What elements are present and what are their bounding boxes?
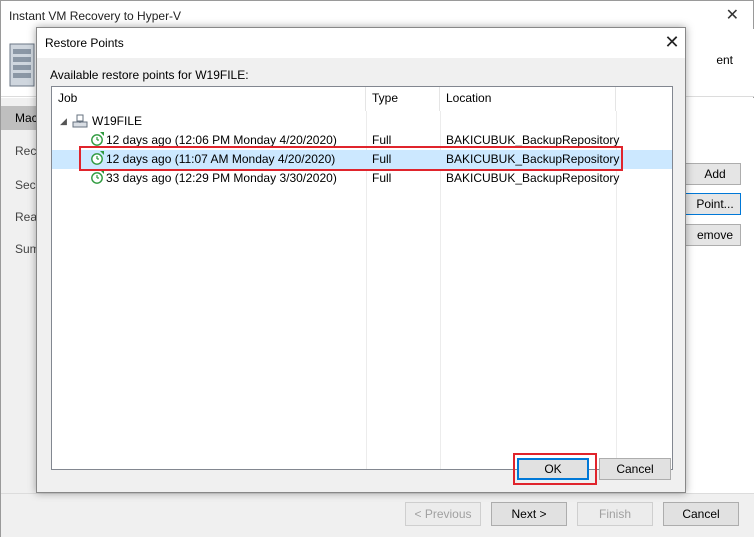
table-row-selected[interactable]: 12 days ago (11:07 AM Monday 4/20/2020) … bbox=[52, 150, 672, 169]
restore-point-location: BAKICUBUK_BackupRepository bbox=[446, 133, 620, 147]
table-row[interactable]: 33 days ago (12:29 PM Monday 3/30/2020) … bbox=[52, 169, 672, 188]
job-name: W19FILE bbox=[92, 114, 143, 128]
restore-points-label: Available restore points for W19FILE: bbox=[50, 68, 249, 82]
restore-point-time: 12 days ago (12:06 PM Monday 4/20/2020) bbox=[106, 133, 337, 147]
remove-button[interactable]: emove bbox=[683, 224, 741, 246]
finish-button[interactable]: Finish bbox=[577, 502, 653, 526]
wizard-title: Instant VM Recovery to Hyper-V bbox=[9, 9, 182, 23]
wizard-cancel-button[interactable]: Cancel bbox=[663, 502, 739, 526]
wizard-header-text: ent bbox=[716, 53, 733, 67]
point-button[interactable]: Point... bbox=[683, 193, 741, 215]
server-icon bbox=[9, 43, 35, 87]
restore-point-type: Full bbox=[372, 171, 392, 185]
restore-point-time: 12 days ago (11:07 AM Monday 4/20/2020) bbox=[106, 152, 336, 166]
restore-point-icon bbox=[91, 132, 104, 146]
previous-button[interactable]: < Previous bbox=[405, 502, 481, 526]
cancel-button[interactable]: Cancel bbox=[599, 458, 671, 480]
restore-point-icon bbox=[91, 170, 104, 184]
add-button[interactable]: Add bbox=[683, 163, 741, 185]
wizard-right-panel bbox=[687, 98, 754, 493]
restore-point-type: Full bbox=[372, 133, 392, 147]
job-row[interactable]: ◢ W19FILE bbox=[52, 112, 672, 131]
next-button[interactable]: Next > bbox=[491, 502, 567, 526]
close-icon[interactable]: ✕ bbox=[661, 31, 683, 53]
wizard-close-icon[interactable]: ✕ bbox=[726, 5, 739, 25]
step-machine[interactable]: Mac bbox=[1, 106, 38, 130]
restore-point-location: BAKICUBUK_BackupRepository bbox=[446, 152, 620, 166]
restore-point-location: BAKICUBUK_BackupRepository bbox=[446, 171, 620, 185]
column-header-empty bbox=[616, 87, 672, 111]
dialog-titlebar: Restore Points ✕ bbox=[37, 28, 685, 58]
vm-job-icon bbox=[72, 114, 88, 128]
restore-point-time: 33 days ago (12:29 PM Monday 3/30/2020) bbox=[106, 171, 337, 185]
restore-point-icon bbox=[91, 151, 104, 165]
collapse-arrow-icon[interactable]: ◢ bbox=[60, 116, 67, 127]
restore-points-list[interactable]: Job Type Location ◢ W19FILE 12 days ago … bbox=[51, 86, 673, 470]
wizard-steps-panel: Mac Reco Secu Reas Sum bbox=[1, 98, 43, 493]
ok-button[interactable]: OK bbox=[517, 458, 589, 480]
restore-points-dialog: Restore Points ✕ Available restore point… bbox=[36, 27, 686, 493]
column-header-type[interactable]: Type bbox=[366, 87, 440, 111]
dialog-title: Restore Points bbox=[45, 36, 124, 50]
table-row[interactable]: 12 days ago (12:06 PM Monday 4/20/2020) … bbox=[52, 131, 672, 150]
column-header-location[interactable]: Location bbox=[440, 87, 616, 111]
restore-point-type: Full bbox=[372, 152, 392, 166]
column-header-job[interactable]: Job bbox=[52, 87, 366, 111]
